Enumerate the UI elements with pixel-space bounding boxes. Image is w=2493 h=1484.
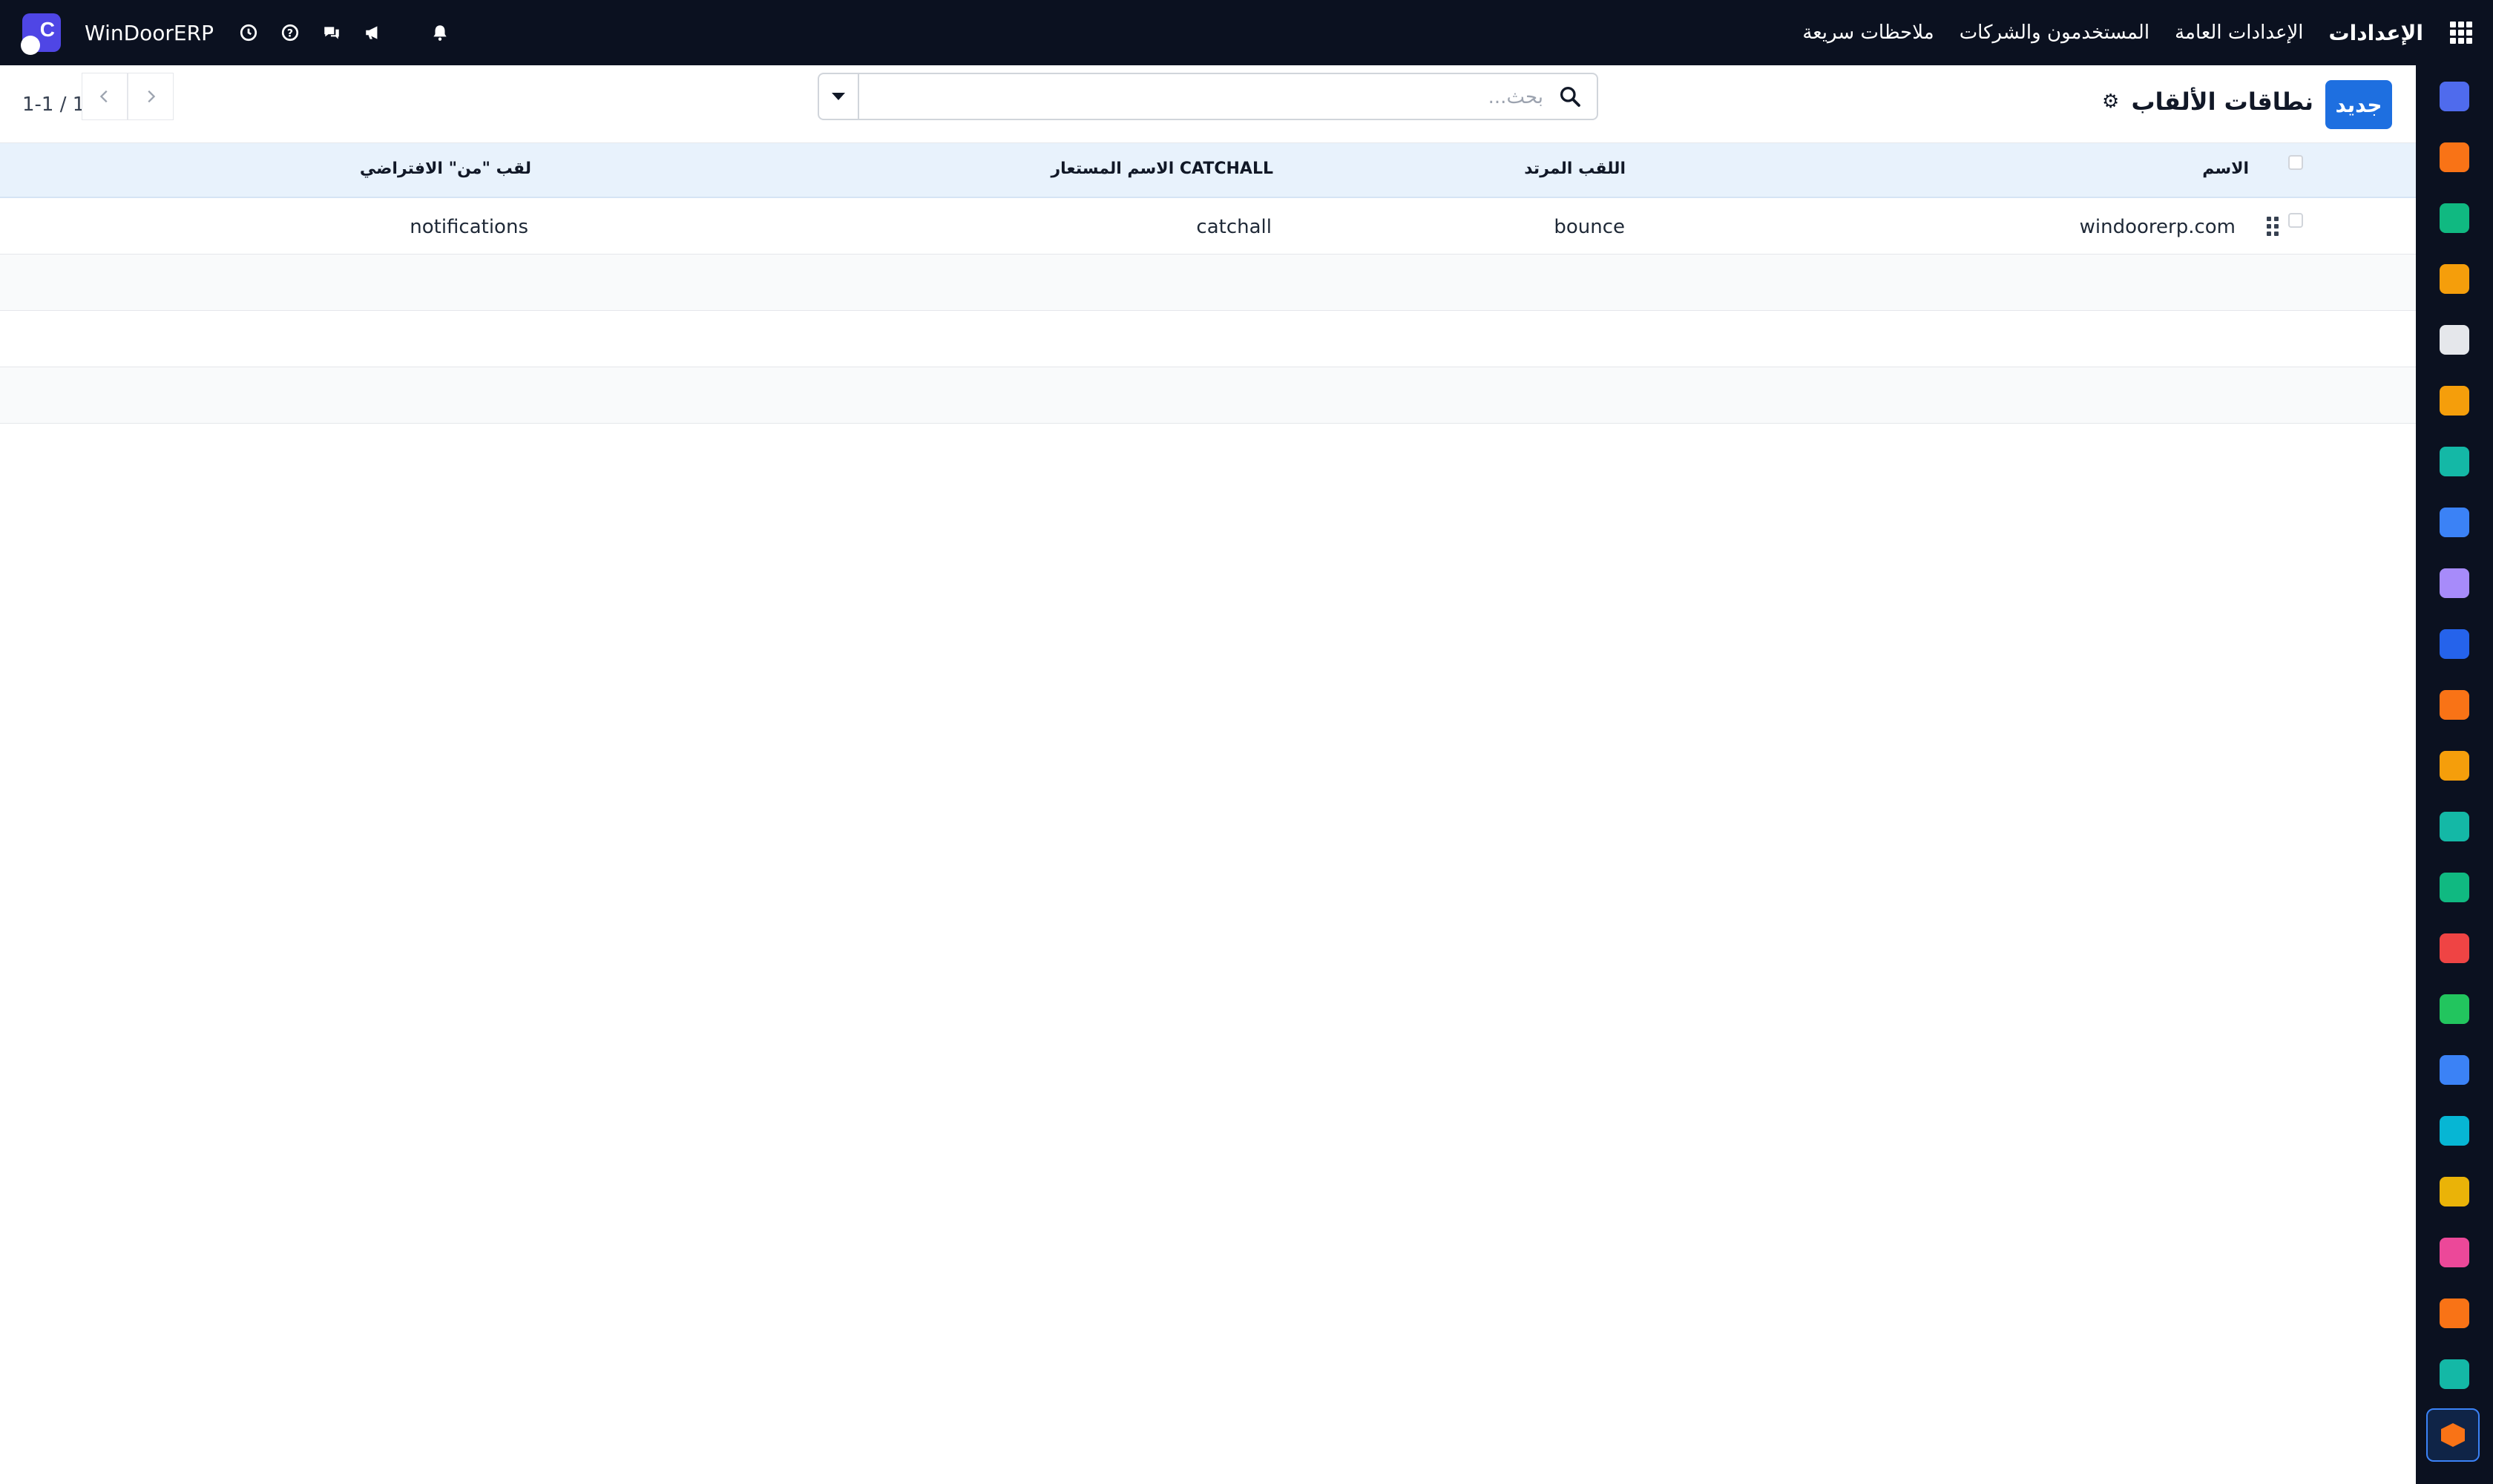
- column-header-name[interactable]: الاسم: [2202, 160, 2249, 178]
- table-header: الاسم اللقب المرتد الاسم المستعار CATCHA…: [0, 143, 2416, 198]
- cell-bounce: bounce: [1554, 216, 1625, 238]
- search-icon[interactable]: [1558, 85, 1582, 108]
- calendar-app-icon[interactable]: [2440, 751, 2469, 781]
- new-button[interactable]: جديد: [2325, 80, 2392, 129]
- clock-icon[interactable]: [237, 22, 260, 44]
- pager-value[interactable]: 1-1 / 1: [22, 93, 85, 116]
- search-options-toggle[interactable]: [819, 74, 859, 119]
- mail-app-icon[interactable]: [2440, 82, 2469, 111]
- empty-row: [0, 311, 2416, 367]
- accounting-app-icon[interactable]: [2440, 1238, 2469, 1267]
- column-header-default-from[interactable]: لقب "من" الافتراضي: [360, 160, 531, 178]
- pager-buttons: [82, 73, 174, 120]
- column-header-catchall[interactable]: الاسم المستعار CATCHALL: [1051, 160, 1274, 178]
- navbar-app-title[interactable]: الإعدادات: [2329, 21, 2423, 45]
- timesheets-app-icon[interactable]: [2440, 1055, 2469, 1085]
- sign-app-icon[interactable]: [2440, 812, 2469, 841]
- pager-previous-button[interactable]: [82, 73, 128, 120]
- top-navbar: الإعدادات الإعدادات العامة المستخدمون وا…: [0, 0, 2493, 65]
- cell-default-from: notifications: [410, 216, 528, 238]
- manufacturing-app-icon[interactable]: [2440, 1298, 2469, 1328]
- sales-app-icon[interactable]: [2440, 203, 2469, 233]
- whatsapp-app-icon[interactable]: [2440, 994, 2469, 1024]
- knowledge-app-icon[interactable]: [2440, 508, 2469, 537]
- website-app-icon[interactable]: [2440, 1116, 2469, 1146]
- cell-name: windoorerp.com: [2079, 216, 2236, 238]
- cell-catchall: catchall: [1196, 216, 1272, 238]
- search-bar: [818, 73, 1598, 120]
- telegram-app-icon[interactable]: [2440, 1177, 2469, 1206]
- chevron-left-icon: [99, 90, 108, 103]
- column-header-bounce[interactable]: اللقب المرتد: [1524, 160, 1626, 178]
- help-icon[interactable]: ?: [279, 22, 301, 44]
- dashboards-app-icon[interactable]: [2440, 933, 2469, 963]
- navbar-systray: C WinDoorERP ?: [21, 0, 451, 65]
- svg-text:?: ?: [287, 27, 293, 39]
- inventory-app-icon[interactable]: [2440, 325, 2469, 355]
- tasks-app-icon[interactable]: [2440, 447, 2469, 476]
- megaphone-icon[interactable]: [362, 22, 384, 44]
- menu-users-companies[interactable]: المستخدمون والشركات: [1960, 22, 2149, 44]
- navbar-main-menu: الإعدادات الإعدادات العامة المستخدمون وا…: [1802, 0, 2472, 65]
- employees-app-icon[interactable]: [2440, 386, 2469, 416]
- directory-app-icon[interactable]: [2440, 873, 2469, 902]
- invoicing-app-icon[interactable]: [2440, 629, 2469, 659]
- row-checkbox[interactable]: [2288, 213, 2303, 228]
- chat-icon[interactable]: [321, 22, 343, 44]
- select-all-checkbox[interactable]: [2288, 155, 2303, 170]
- apps-menu-icon[interactable]: [2450, 22, 2472, 44]
- app-sidebar: [2416, 65, 2493, 1484]
- control-panel: جديد نطاقات الألقاب ⚙ 1-1 / 1: [0, 65, 2416, 143]
- empty-row: [0, 255, 2416, 311]
- reports-app-icon[interactable]: [2440, 264, 2469, 294]
- chevron-right-icon: [148, 90, 156, 103]
- products-app-icon[interactable]: [2440, 568, 2469, 598]
- table-row[interactable]: windoorerp.com bounce catchall notificat…: [0, 198, 2416, 255]
- gear-icon[interactable]: ⚙: [2102, 91, 2123, 113]
- menu-general-settings[interactable]: الإعدادات العامة: [2175, 22, 2303, 44]
- contacts-app-icon[interactable]: [2440, 690, 2469, 720]
- page-title: نطاقات الألقاب: [2131, 88, 2313, 116]
- search-input[interactable]: [889, 80, 1545, 114]
- settings-app-icon[interactable]: [2426, 1408, 2480, 1462]
- drag-handle-icon[interactable]: [2267, 217, 2279, 236]
- empty-row: [0, 367, 2416, 424]
- company-switcher[interactable]: WinDoorERP: [85, 21, 214, 45]
- planning-app-icon[interactable]: [2440, 1359, 2469, 1389]
- company-logo[interactable]: C: [21, 13, 61, 55]
- discuss-app-icon[interactable]: [2440, 142, 2469, 172]
- alias-domains-table: الاسم اللقب المرتد الاسم المستعار CATCHA…: [0, 143, 2416, 424]
- bell-icon[interactable]: [429, 22, 451, 44]
- caret-down-icon: [832, 93, 845, 100]
- menu-quick-notes[interactable]: ملاحظات سريعة: [1802, 22, 1934, 44]
- pager-next-button[interactable]: [128, 73, 174, 120]
